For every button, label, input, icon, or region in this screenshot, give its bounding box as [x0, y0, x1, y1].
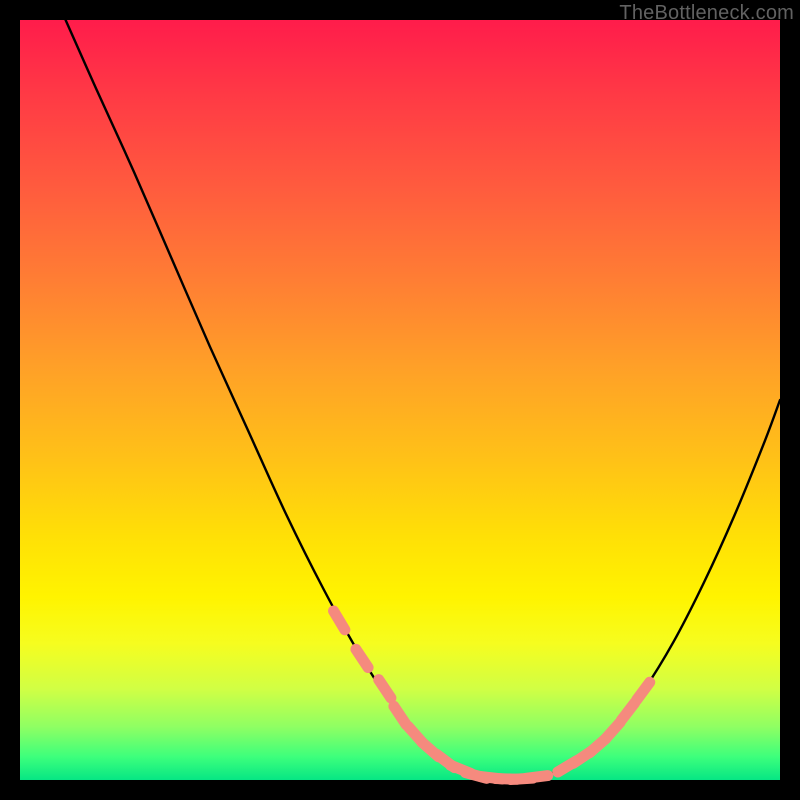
range-marker	[621, 703, 634, 720]
bottleneck-curve	[66, 20, 780, 779]
recommended-range-markers-right	[558, 682, 650, 772]
range-marker	[334, 611, 345, 630]
range-marker	[379, 680, 391, 698]
range-marker	[394, 706, 406, 724]
recommended-range-markers-left	[334, 611, 455, 768]
range-marker	[605, 722, 620, 738]
range-marker	[637, 682, 650, 700]
curve-layer	[66, 20, 780, 779]
chart-svg	[20, 20, 780, 780]
range-marker	[356, 649, 368, 667]
range-marker	[526, 776, 548, 779]
chart-frame	[20, 20, 780, 780]
recommended-range-markers-basin	[451, 765, 548, 779]
